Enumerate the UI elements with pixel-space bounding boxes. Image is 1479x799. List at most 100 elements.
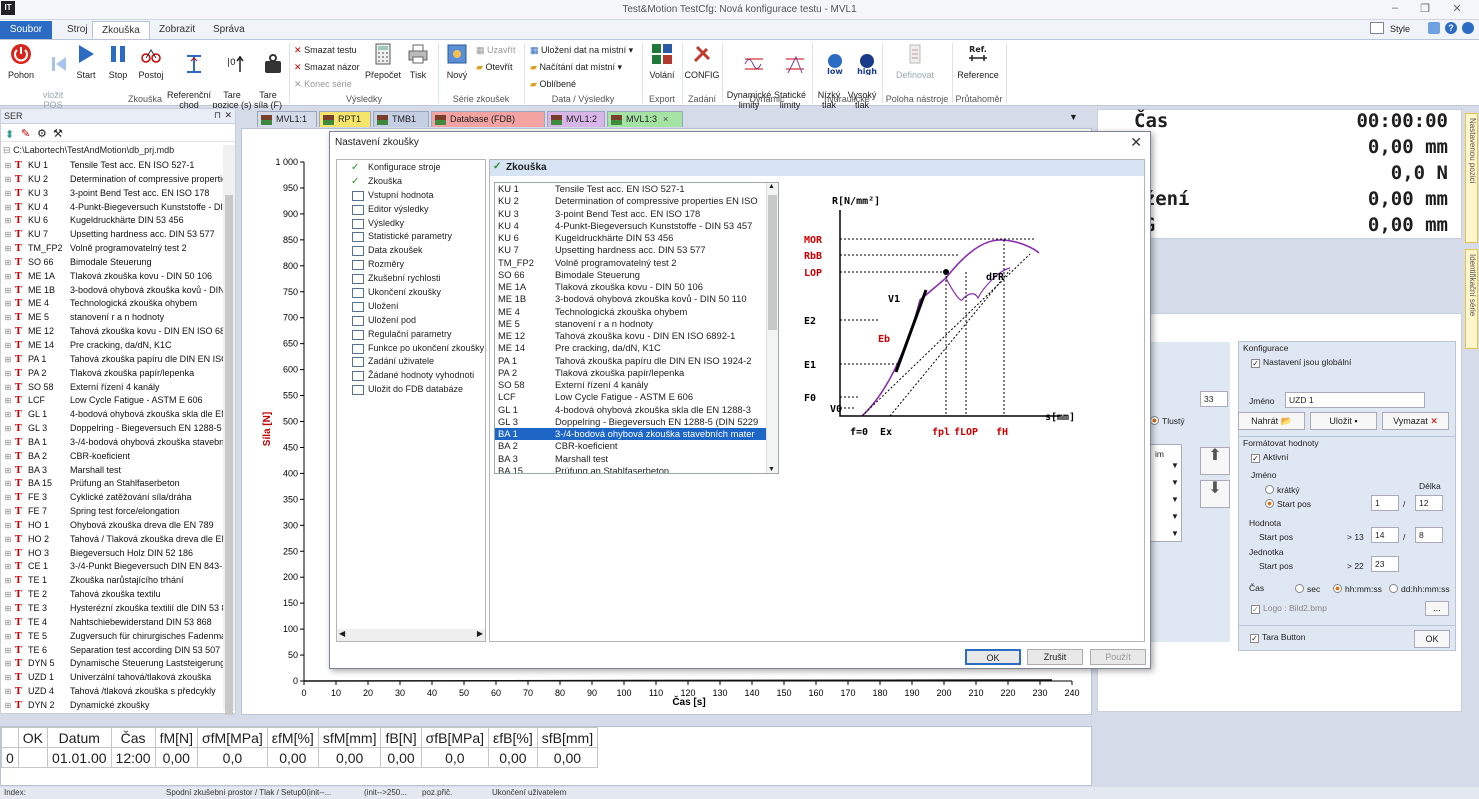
chevron-down-icon[interactable]: ▼ bbox=[1171, 461, 1179, 470]
nav-item[interactable]: Výsledky bbox=[337, 217, 485, 231]
tree-item[interactable]: ⊞ T LCF Low Cycle Fatigue - ASTM E 606 bbox=[1, 394, 223, 408]
sec-radio[interactable]: sec bbox=[1295, 584, 1320, 594]
tree-item[interactable]: ⊞ T HO 1 Ohybová zkouška dreva dle EN 789 bbox=[1, 519, 223, 533]
doc-tab[interactable]: MVL1:3 × bbox=[607, 111, 683, 127]
nav-item[interactable]: Uložit do FDB databáze bbox=[337, 383, 485, 397]
tree-item[interactable]: ⊞ T PA 2 Tlaková zkouška papír/lepenka bbox=[1, 367, 223, 381]
column-header[interactable]: sfM[mm] bbox=[317, 727, 382, 748]
expand-icon[interactable]: ⊞ bbox=[1, 394, 15, 408]
tab-soubor[interactable]: Soubor bbox=[0, 21, 52, 39]
column-header[interactable]: OK bbox=[17, 727, 49, 748]
column-header[interactable]: εfB[%] bbox=[488, 727, 538, 748]
nav-item[interactable]: Funkce po ukončení zkoušky bbox=[337, 342, 485, 356]
list-item[interactable]: ME 12 Tahová zkouška kovu - DIN EN ISO 68… bbox=[495, 330, 778, 342]
volani-button[interactable]: Volání bbox=[646, 43, 678, 80]
vymazat-button[interactable]: Vymazat ✕ bbox=[1382, 412, 1449, 430]
tree-item[interactable]: ⊞ T TE 4 Nahtschiebewiderstand DIN 53 868 bbox=[1, 616, 223, 630]
robot-icon[interactable]: ⚒ bbox=[53, 127, 63, 140]
side-tab-nastavenou-pozici[interactable]: Nastavenou pozici bbox=[1465, 113, 1478, 243]
expand-icon[interactable]: ⊞ bbox=[1, 588, 15, 602]
tree-item[interactable]: ⊞ T BA 2 CBR-koeficient bbox=[1, 450, 223, 464]
doc-tab[interactable]: RPT1 bbox=[319, 111, 371, 127]
nav-item[interactable]: Zadání uživatele bbox=[337, 355, 485, 369]
tree-item[interactable]: ⊞ T ME 1B 3-bodová ohybová zkouška kovů - D… bbox=[1, 284, 223, 298]
doc-tab[interactable]: Database (FDB) bbox=[431, 111, 545, 127]
style-icon[interactable] bbox=[1370, 22, 1384, 34]
list-item[interactable]: BA 2 CBR-koeficient bbox=[495, 440, 778, 452]
expand-icon[interactable]: ⊞ bbox=[1, 450, 15, 464]
hhmmss-radio[interactable]: hh:mm:ss bbox=[1333, 584, 1382, 594]
list-item[interactable]: KU 2 Determination of compressive propert… bbox=[495, 195, 778, 207]
kratky-radio[interactable]: krátký bbox=[1265, 485, 1300, 495]
nav-item[interactable]: ✓ Zkouška bbox=[337, 175, 485, 189]
column-header[interactable]: σfB[MPa] bbox=[420, 727, 490, 748]
test-type-list[interactable]: KU 1 Tensile Test acc. EN ISO 527-1 KU 2 De… bbox=[494, 182, 779, 474]
expand-icon[interactable]: ⊞ bbox=[1, 519, 15, 533]
expand-icon[interactable]: ⊞ bbox=[1, 464, 15, 478]
expand-icon[interactable]: ⊞ bbox=[1, 671, 15, 685]
logo-checkbox[interactable]: ✓ Logo : Bild2.bmp bbox=[1251, 603, 1327, 614]
expand-icon[interactable]: ⊞ bbox=[1, 339, 15, 353]
tree-item[interactable]: ⊞ T HO 2 Tahová / Tlaková zkouška dreva dle… bbox=[1, 533, 223, 547]
list-item[interactable]: ME 1A Tlaková zkouška kovu - DIN 50 106 bbox=[495, 281, 778, 293]
expand-icon[interactable]: ⊞ bbox=[1, 477, 15, 491]
tree-item[interactable]: ⊞ T GL 1 4-bodová ohybová zkouška skla dle … bbox=[1, 408, 223, 422]
scroll-down-icon[interactable]: ▼ bbox=[768, 466, 775, 473]
expand-icon[interactable]: ⊞ bbox=[1, 353, 15, 367]
list-item[interactable]: TM_FP2 Volně programovatelný test 2 bbox=[495, 257, 778, 269]
move-up-arrow-icon[interactable]: ⬆ bbox=[1200, 447, 1230, 475]
tree-item[interactable]: ⊞ T UZD 1 Univerzální tahová/tlaková zkoušk… bbox=[1, 671, 223, 685]
tisk-button[interactable]: Tisk bbox=[404, 43, 432, 80]
reference-button[interactable]: Ref. Reference bbox=[956, 43, 1000, 80]
list-item[interactable]: ME 14 Pre cracking, da/dN, K1C bbox=[495, 342, 778, 354]
tara-checkbox[interactable]: ✓ Tara Button bbox=[1250, 632, 1305, 643]
nav-scrollbar[interactable]: ◀ ▶ bbox=[337, 629, 485, 641]
list-item[interactable]: SO 58 Externí řízení 4 kanály bbox=[495, 379, 778, 391]
nav-item[interactable]: ✓ Konfigurace stroje bbox=[337, 161, 485, 175]
dialog-cancel-button[interactable]: Zrušit bbox=[1027, 649, 1083, 665]
expand-icon[interactable]: ⊞ bbox=[1, 560, 15, 574]
expand-icon[interactable]: ⊞ bbox=[1, 297, 15, 311]
ulozeni-dat-button[interactable]: ▦ Uložení dat na místní ▾ bbox=[530, 45, 633, 56]
aktivni-checkbox[interactable]: ✓ Aktivní bbox=[1251, 452, 1289, 463]
tree-item[interactable]: ⊞ T SO 58 Externí řízení 4 kanály bbox=[1, 381, 223, 395]
nav-item[interactable]: Regulační parametry bbox=[337, 328, 485, 342]
scroll-right-icon[interactable]: ▶ bbox=[477, 629, 483, 638]
definovat-button[interactable]: Definovat bbox=[890, 43, 940, 80]
font-size-input[interactable]: 33 bbox=[1200, 391, 1228, 407]
column-header[interactable]: εfM[%] bbox=[266, 727, 319, 748]
nav-item[interactable]: Statistické parametry bbox=[337, 230, 485, 244]
help-icon[interactable]: ? bbox=[1445, 22, 1457, 34]
config-button[interactable]: CONFIG bbox=[684, 43, 720, 80]
expand-icon[interactable]: ⊞ bbox=[1, 214, 15, 228]
tree-item[interactable]: ⊞ T CE 1 3-/4-Punkt Biegeversuch DIN EN 843… bbox=[1, 560, 223, 574]
nav-item[interactable]: Vstupní hodnota bbox=[337, 189, 485, 203]
expand-icon[interactable]: ⊞ bbox=[1, 270, 15, 284]
tree-item[interactable]: ⊞ T UZD 4 Tahová /tlaková zkouška s předcyk… bbox=[1, 685, 223, 699]
tree-item[interactable]: ⊞ T KU 6 Kugeldruckhärte DIN 53 456 bbox=[1, 214, 223, 228]
settings-icon[interactable] bbox=[1428, 22, 1440, 34]
tree-item[interactable]: ⊞ T ME 14 Pre cracking, da/dN, K1C bbox=[1, 339, 223, 353]
tree-item[interactable]: ⊞ T TE 3 Hysterézní zkouška textilií dle DI… bbox=[1, 602, 223, 616]
tab-zkouska[interactable]: Zkouška bbox=[92, 21, 150, 39]
list-item[interactable]: KU 3 3-point Bend Test acc. EN ISO 178 bbox=[495, 208, 778, 220]
doc-tab[interactable]: TMB1 bbox=[373, 111, 429, 127]
expand-icon[interactable]: ⊞ bbox=[1, 159, 15, 173]
list-item[interactable]: BA 3 Marshall test bbox=[495, 453, 778, 465]
chevron-down-icon[interactable]: ▼ bbox=[1171, 512, 1179, 521]
side-tab-identifikacni-serie[interactable]: Identifikační série bbox=[1465, 249, 1478, 349]
tree-item[interactable]: ⊞ T KU 7 Upsetting hardness acc. DIN 53 577 bbox=[1, 228, 223, 242]
ddhhmmss-radio[interactable]: dd:hh:mm:ss bbox=[1389, 584, 1450, 594]
tree-item[interactable]: ⊞ T ME 12 Tahová zkouška kovu - DIN EN ISO … bbox=[1, 325, 223, 339]
tree-item[interactable]: ⊞ T DYN 2 Dynamické zkoušky bbox=[1, 699, 223, 713]
config-name-input[interactable]: UZD 1 bbox=[1285, 392, 1425, 408]
scroll-up-icon[interactable]: ▲ bbox=[768, 183, 775, 190]
nav-item[interactable]: Rozměry bbox=[337, 258, 485, 272]
expand-icon[interactable]: ⊞ bbox=[1, 505, 15, 519]
tree-item[interactable]: ⊞ T BA 15 Prüfung an Stahlfaserbeton bbox=[1, 477, 223, 491]
nav-item[interactable]: Data zkoušek bbox=[337, 244, 485, 258]
logo-browse-button[interactable]: ... bbox=[1425, 601, 1449, 616]
nav-item[interactable]: Uložení bbox=[337, 300, 485, 314]
start-pos-radio[interactable]: Start pos bbox=[1265, 499, 1311, 509]
expand-icon[interactable]: ⊞ bbox=[1, 491, 15, 505]
